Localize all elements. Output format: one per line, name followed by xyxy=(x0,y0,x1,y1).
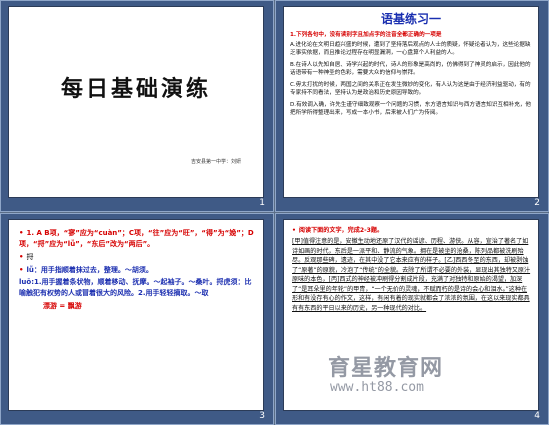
slide-canvas: • 阅读下面的文字，完成2-3题。 [甲]值得注意的是，安徽生动地还原了汉代的谣谚… xyxy=(284,220,538,410)
option-b: B.在诗人以先知自居、诗学兴起的时代，诗人的形象是高尚的，仿佛得到了神灵的启示，… xyxy=(290,62,531,76)
bullet-icon: • xyxy=(19,265,24,274)
reading-heading: • 阅读下面的文字，完成2-3题。 xyxy=(292,227,384,234)
slide-canvas: • 1. A B项，“寥”应为“cuàn”；C项，“往”应为“旺”，“得”为“娩”… xyxy=(9,220,263,410)
option-a: A.进化论在文明日趋兴盛的时候，遭到了坚持落后观点的人士的质疑，怀疑论者认为，这… xyxy=(290,41,531,56)
slide-number: 3 xyxy=(259,411,265,421)
bullet-icon: • xyxy=(292,227,296,234)
slide-number: 4 xyxy=(534,411,540,421)
slide-thumbnail-4[interactable]: • 阅读下面的文字，完成2-3题。 [甲]值得注意的是，安徽生动地还原了汉代的谣谚… xyxy=(275,213,549,425)
slide-title: 语基练习一 xyxy=(380,12,441,26)
slide-canvas: 每日基础演练 吉安县第一中学：刘妍 xyxy=(9,7,263,197)
slide-number: 1 xyxy=(259,198,265,208)
question-text: 1.下列各句中，没有读别字且加点字的注音全都正确的一项是 xyxy=(290,32,442,38)
bullet-icon: • xyxy=(19,229,24,237)
slide-title: 每日基础演练 xyxy=(60,76,211,102)
slide-number: 2 xyxy=(534,198,540,208)
answer-line: • 捋 xyxy=(19,252,34,261)
slide-thumbnail-3[interactable]: • 1. A B项，“寥”应为“cuàn”；C项，“往”应为“旺”，“得”为“娩”… xyxy=(0,213,274,425)
answer-line: luō:1.用手握着条状物，顺着移动、抚摩。～起袖子。～桑叶。捋虎须：比喻触犯有… xyxy=(19,278,252,298)
slide-subtitle: 吉安县第一中学：刘妍 xyxy=(190,159,241,165)
answer-line: 漂游 = 飘游 xyxy=(43,302,82,311)
reading-body: • 阅读下面的文字，完成2-3题。 [甲]值得注意的是，安徽生动地还原了汉代的谣谚… xyxy=(284,220,538,313)
slide-canvas: 语基练习一 1.下列各句中，没有读别字且加点字的注音全都正确的一项是 A.进化论… xyxy=(284,7,538,197)
answer-line: • 1. A B项，“寥”应为“cuàn”；C项，“往”应为“旺”，“得”为“娩”… xyxy=(19,229,254,248)
answer-line: • lǚ：用手指顺着抹过去，整理。～胡须。 xyxy=(19,265,153,274)
option-c: C.毋太打扰的时候，两国之间的关系正在发生微妙的变化，有人认为这是由于经济利益驱… xyxy=(290,82,531,96)
option-d: D.有效调入确，许先生谨守细致观察一个问题的习惯，东方语言知识与西方语言知识互相… xyxy=(290,102,532,116)
answer-body: • 1. A B项，“寥”应为“cuàn”；C项，“往”应为“旺”，“得”为“娩”… xyxy=(9,220,263,312)
slide-thumbnail-1[interactable]: 每日基础演练 吉安县第一中学：刘妍 1 xyxy=(0,0,274,212)
bullet-icon: • xyxy=(19,252,24,261)
reading-paragraph: [甲]值得注意的是，安徽生动地还原了汉代的谣谚、历程、游侠。从容，宣治了著名了如… xyxy=(292,238,531,312)
slide-sorter-grid: 每日基础演练 吉安县第一中学：刘妍 1 语基练习一 1.下列各句中，没有读别字且… xyxy=(0,0,549,425)
slide-thumbnail-2[interactable]: 语基练习一 1.下列各句中，没有读别字且加点字的注音全都正确的一项是 A.进化论… xyxy=(275,0,549,212)
